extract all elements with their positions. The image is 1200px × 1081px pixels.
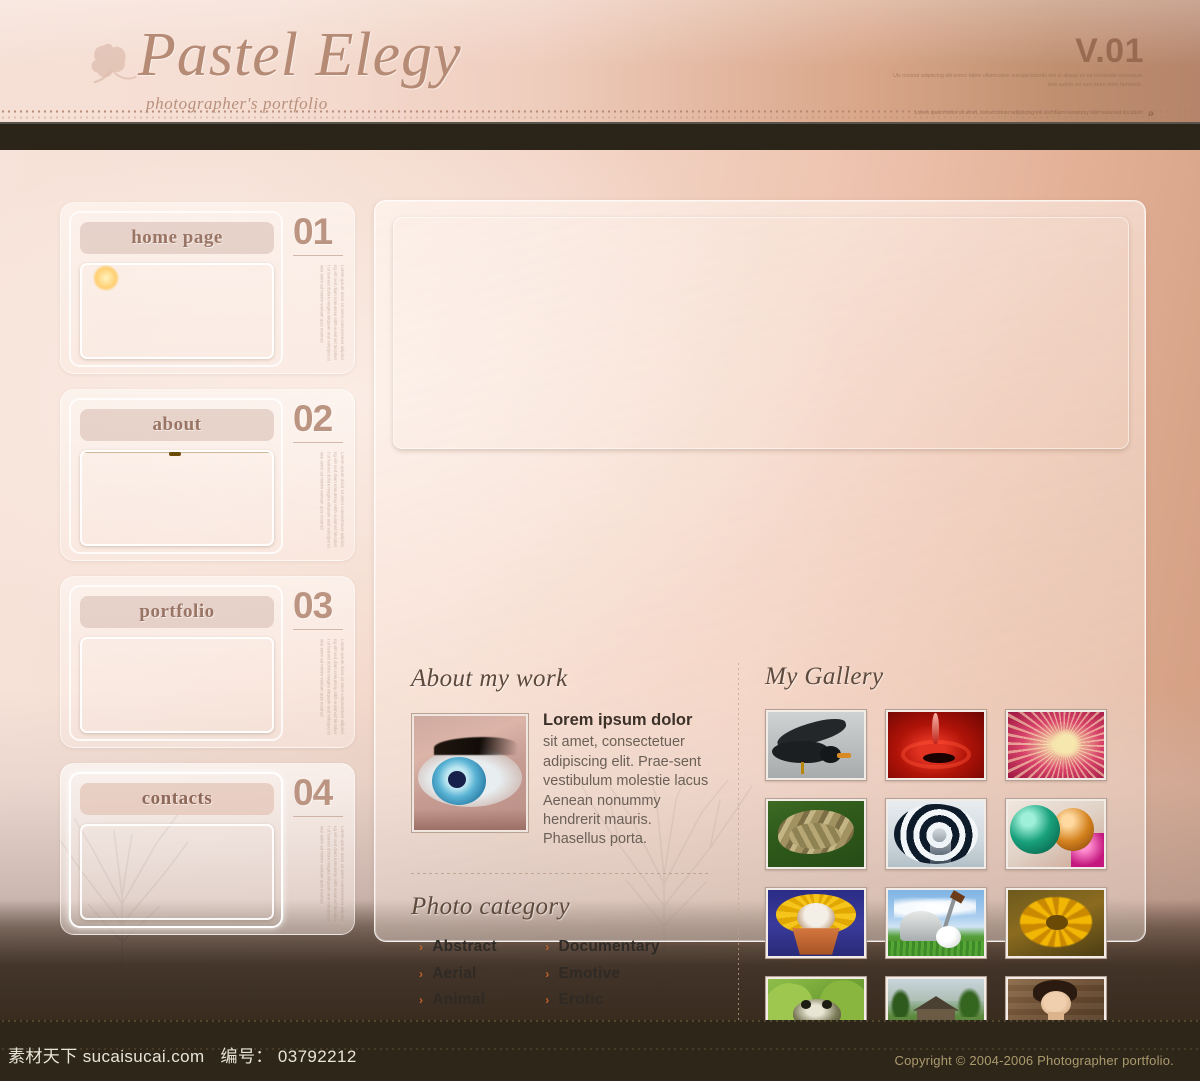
sidebar-item-thumbnail[interactable]	[80, 450, 274, 546]
category-item-emotive[interactable]: › Emotive	[545, 964, 659, 982]
content-vertical-divider	[738, 663, 739, 1081]
black-white-spiral-image	[888, 801, 984, 867]
sidebar-item-contacts[interactable]: contacts 04 Lorem ipsum dolor sit amet c…	[60, 763, 355, 935]
sidebar-item-label: home page	[80, 222, 274, 254]
chevron-right-icon: ›	[419, 940, 424, 954]
logo-title: Pastel Elegy	[138, 21, 462, 89]
number-rule	[293, 816, 343, 817]
sidebar-item-number: 03	[293, 585, 333, 626]
yellow-lily-image	[1008, 890, 1104, 956]
sidebar-item-number: 01	[293, 211, 333, 252]
footer-dotted-divider-top	[0, 1020, 1200, 1022]
category-item-animal[interactable]: › Animal	[419, 992, 507, 1008]
sidebar-item-label: contacts	[80, 783, 274, 815]
header-dotted-divider-secondary	[0, 116, 1200, 119]
flower-icon	[91, 43, 137, 84]
category-label: Emotive	[558, 964, 621, 982]
sidebar-item-number-column: 02 Lorem ipsum dolor sit amet consectetu…	[293, 400, 349, 552]
about-photo[interactable]	[411, 713, 529, 833]
site-header: Pastel Elegy photographer's portfolio V.…	[0, 0, 1200, 122]
watermark: 素材天下 sucaisucai.com 编号： 03792212	[8, 1042, 357, 1067]
hero-image[interactable]	[393, 217, 1129, 449]
watermark-site: 素材天下 sucaisucai.com	[8, 1047, 205, 1066]
red-water-drop-image	[888, 712, 984, 778]
sidebar-item-thumbnail[interactable]	[80, 263, 274, 359]
sidebar-item-vertical-text: Lorem ipsum dolor sit amet consectetuer …	[319, 452, 345, 548]
gallery-title: My Gallery	[765, 663, 884, 690]
number-rule	[293, 442, 343, 443]
sidebar-item-label: about	[80, 409, 274, 441]
gallery-thumb-yellow-lily[interactable]	[1005, 887, 1107, 959]
gallery-thumb-guinea-pig-in-sunflower[interactable]	[765, 887, 867, 959]
page-root: Pastel Elegy photographer's portfolio V.…	[0, 0, 1200, 1081]
gallery-thumb-black-white-spiral[interactable]	[885, 798, 987, 870]
sidebar-item-number-column: 01 Lorem ipsum dolor sit amet consectetu…	[293, 213, 349, 365]
category-item-aerial[interactable]: › Aerial	[419, 964, 507, 982]
header-dotted-divider	[0, 110, 1200, 113]
pink-flower-macro-image	[1008, 712, 1104, 778]
about-title: About my work	[411, 665, 568, 692]
gallery-thumb-golf-ball-and-club[interactable]	[885, 887, 987, 959]
chevron-right-icon: ›	[545, 940, 550, 954]
blue-eye-image	[414, 716, 526, 830]
category-label: Erotic	[558, 991, 604, 1008]
gallery-grid	[765, 709, 1107, 1048]
sidebar-item-frame: about	[69, 398, 283, 554]
gallery-thumb-colored-marbles[interactable]	[1005, 798, 1107, 870]
number-rule	[293, 255, 343, 256]
gallery-thumb-pink-flower-macro[interactable]	[1005, 709, 1107, 781]
sidebar-item-vertical-text: Lorem ipsum dolor sit amet consectetuer …	[319, 265, 345, 361]
colored-marbles-image	[1008, 801, 1104, 867]
sidebar-item-thumbnail[interactable]	[80, 824, 274, 920]
sidebar-item-vertical-text: Lorem ipsum dolor sit amet consectetuer …	[319, 826, 345, 922]
gallery-thumb-coiled-snake[interactable]	[765, 798, 867, 870]
sidebar-item-about[interactable]: about 02 Lorem ipsum dolor sit amet cons…	[60, 389, 355, 561]
band-highlight	[0, 122, 1200, 124]
number-rule	[293, 629, 343, 630]
header-brown-band	[0, 122, 1200, 150]
guinea-pig-in-sunflower-image	[768, 890, 864, 956]
sidebar-item-frame: home page	[69, 211, 283, 367]
photo-category-title: Photo category	[411, 893, 571, 920]
category-label: Animal	[432, 991, 486, 1008]
category-label: Documentary	[558, 938, 660, 955]
category-label: Aerial	[432, 964, 477, 982]
about-body: Lorem ipsum dolor sit amet, consectetuer…	[411, 709, 713, 850]
sidebar-item-label: portfolio	[80, 596, 274, 628]
about-category-divider	[411, 873, 711, 874]
category-item-documentary[interactable]: › Documentary	[545, 939, 659, 955]
chevron-right-icon: ›	[545, 966, 550, 981]
chevron-right-icon: ›	[419, 966, 424, 981]
sidebar-item-vertical-text: Lorem ipsum dolor sit amet consectetuer …	[319, 639, 345, 735]
sidebar-nav: home page 01 Lorem ipsum dolor sit amet …	[60, 202, 355, 950]
watermark-code: 编号： 03792212	[220, 1047, 357, 1066]
golf-ball-and-club-image	[888, 890, 984, 956]
gallery-thumb-black-bird[interactable]	[765, 709, 867, 781]
sidebar-item-number-column: 04 Lorem ipsum dolor sit amet consectetu…	[293, 774, 349, 926]
category-item-erotic[interactable]: › Erotic	[545, 992, 659, 1008]
header-blurb: Uis nostrud adipiscing elit exerci tatio…	[893, 73, 1142, 89]
coiled-snake-image	[768, 801, 864, 867]
category-label: Abstract	[432, 938, 497, 955]
sidebar-item-number: 04	[293, 772, 333, 813]
sidebar-item-number: 02	[293, 398, 333, 439]
sidebar-item-frame: portfolio	[69, 585, 283, 741]
gallery-thumb-red-water-drop[interactable]	[885, 709, 987, 781]
sidebar-item-frame: contacts	[69, 772, 283, 928]
sidebar-item-thumbnail[interactable]	[80, 637, 274, 733]
copyright-text: Copyright © 2004-2006 Photographer portf…	[894, 1053, 1174, 1068]
chevron-right-icon: ›	[419, 993, 424, 1007]
sidebar-item-portfolio[interactable]: portfolio 03 Lorem ipsum dolor sit amet …	[60, 576, 355, 748]
black-bird-image	[768, 712, 864, 778]
category-item-abstract[interactable]: › Abstract	[419, 939, 507, 955]
sidebar-item-home-page[interactable]: home page 01 Lorem ipsum dolor sit amet …	[60, 202, 355, 374]
site-logo[interactable]: Pastel Elegy photographer's portfolio	[84, 21, 504, 118]
chevron-right-icon: ›	[545, 993, 550, 1007]
main-content-panel: About my work Lorem ipsum dolor sit amet…	[374, 200, 1146, 1081]
version-badge: V.01	[1075, 32, 1144, 70]
sidebar-item-number-column: 03 Lorem ipsum dolor sit amet consectetu…	[293, 587, 349, 739]
